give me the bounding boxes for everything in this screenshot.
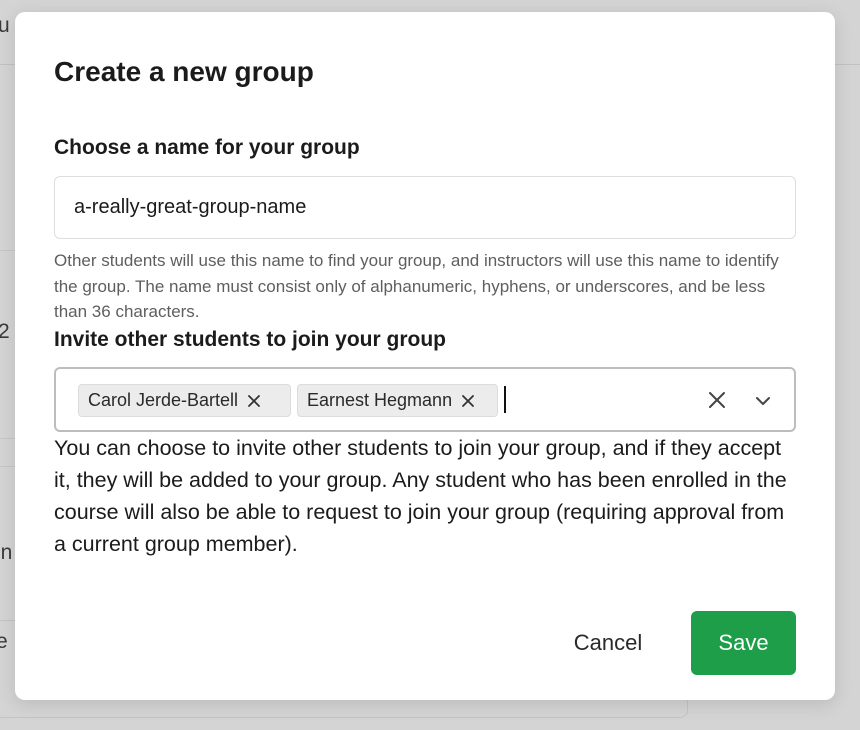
- cancel-button[interactable]: Cancel: [556, 611, 660, 675]
- text-cursor: [504, 386, 506, 413]
- background-text: 2: [0, 320, 10, 344]
- close-icon[interactable]: [246, 393, 262, 409]
- invitee-chip: Earnest Hegmann: [297, 384, 498, 417]
- chevron-down-icon[interactable]: [752, 391, 774, 411]
- invite-help-text: You can choose to invite other students …: [54, 432, 789, 560]
- background-divider: [0, 438, 15, 439]
- group-name-label: Choose a name for your group: [54, 136, 360, 160]
- group-name-help-text: Other students will use this name to fin…: [54, 248, 799, 325]
- create-group-dialog: Create a new group Choose a name for you…: [15, 12, 835, 700]
- invitee-chip-label: Carol Jerde-Bartell: [88, 390, 238, 411]
- group-name-input[interactable]: [54, 176, 796, 239]
- clear-all-icon[interactable]: [706, 389, 728, 411]
- background-text: u: [0, 14, 10, 38]
- background-divider: [0, 250, 15, 251]
- invitee-chip-label: Earnest Hegmann: [307, 390, 452, 411]
- background-text: in: [0, 541, 12, 565]
- close-icon[interactable]: [460, 393, 476, 409]
- dialog-title: Create a new group: [54, 56, 314, 88]
- invitee-chip: Carol Jerde-Bartell: [78, 384, 291, 417]
- invite-students-select[interactable]: Carol Jerde-Bartell Earnest Hegmann: [54, 367, 796, 432]
- background-divider: [0, 466, 15, 467]
- save-button[interactable]: Save: [691, 611, 796, 675]
- invite-students-label: Invite other students to join your group: [54, 328, 446, 352]
